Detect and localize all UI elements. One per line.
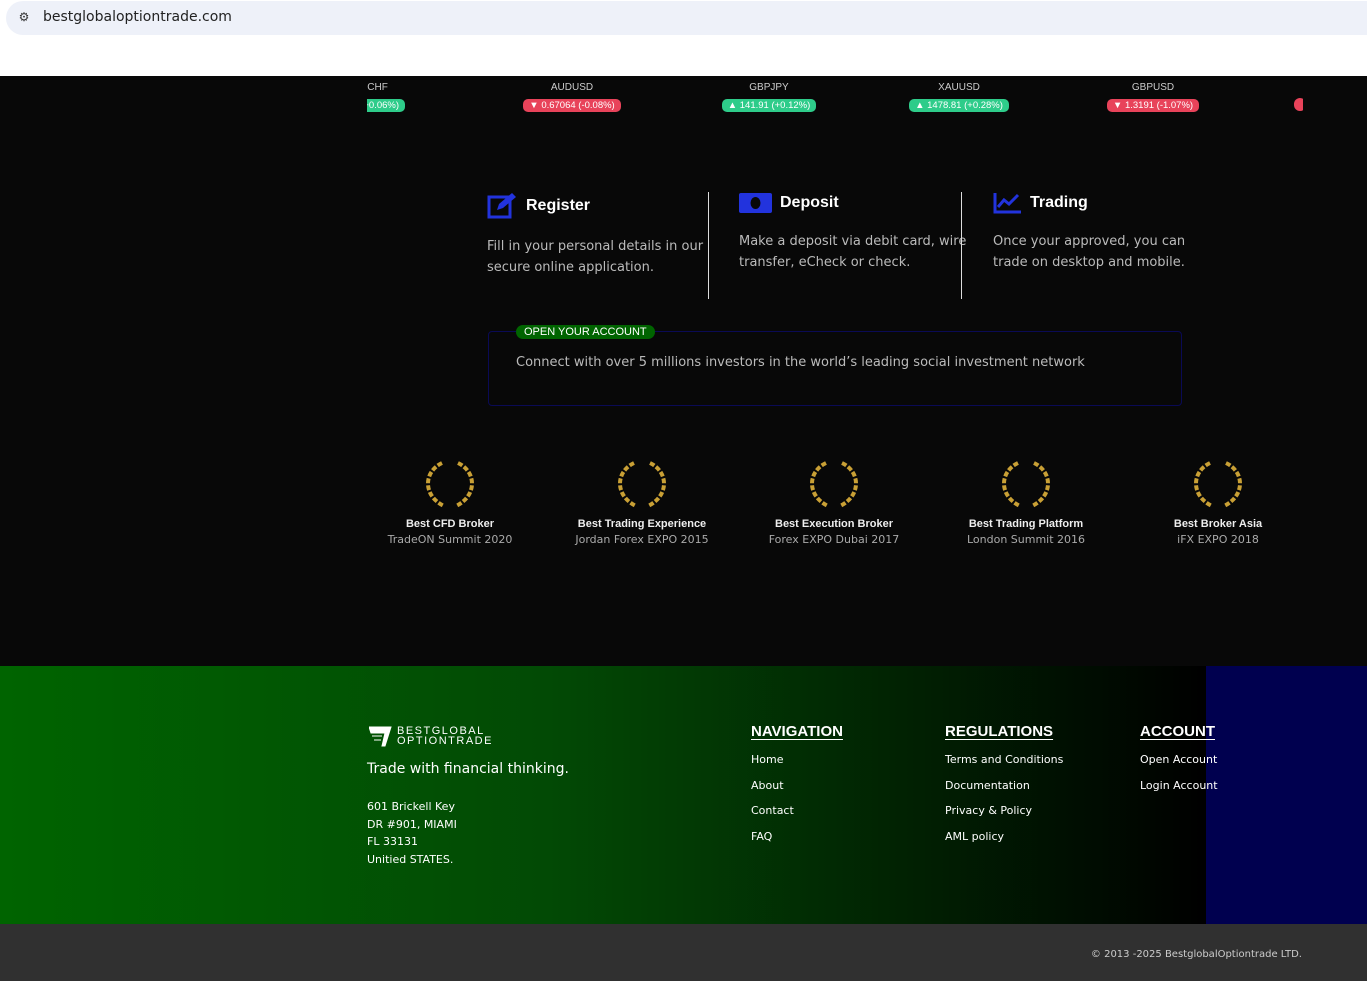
award-event: Forex EXPO Dubai 2017 <box>768 533 900 546</box>
step-text: Make a deposit via debit card, wire tran… <box>739 234 967 270</box>
footer-tagline: Trade with financial thinking. <box>367 761 569 777</box>
step-text: Once your approved, you can trade on des… <box>993 234 1186 270</box>
award-event: London Summit 2016 <box>966 533 1086 546</box>
footer-link-faq[interactable]: FAQ <box>751 830 843 856</box>
address-line: Unitied STATES. <box>367 853 454 867</box>
footer-link-contact[interactable]: Contact <box>751 804 843 830</box>
step-text: Fill in your personal details in our sec… <box>487 239 704 275</box>
laurel-icon <box>810 461 858 508</box>
award: Best CFD Broker TradeON Summit 2020 <box>350 460 550 546</box>
address-line: DR #901, MIAMI <box>367 817 457 831</box>
ticker-item[interactable]: GBPUSD ▼ 1.3191 (-1.07%) <box>1083 82 1223 112</box>
copyright-bar: © 2013 -2025 BestglobalOptiontrade LTD. <box>0 924 1367 981</box>
award-event: TradeON Summit 2020 <box>387 533 513 546</box>
footer-logo[interactable]: BESTGLOBAL OPTIONTRADE <box>369 725 493 747</box>
step-deposit: Deposit Make a deposit via debit card, w… <box>739 192 969 273</box>
footer-regulations: REGULATIONS Terms and Conditions Documen… <box>945 723 1063 855</box>
step-title: Deposit <box>780 194 839 211</box>
award-title: Best CFD Broker <box>405 518 495 530</box>
award: Best Trading Platform London Summit 2016 <box>926 460 1126 546</box>
address-line: 601 Brickell Key <box>367 800 455 813</box>
footer-link-aml[interactable]: AML policy <box>945 830 1063 856</box>
step-title: Register <box>526 196 591 214</box>
award: Best Trading Experience Jordan Forex EXPO… <box>542 460 742 546</box>
edit-icon <box>487 193 516 219</box>
ticker-item[interactable]: AUDUSD ▼ 0.67064 (-0.08%) <box>502 82 642 112</box>
laurel-icon <box>1194 461 1242 508</box>
footer-navigation: NAVIGATION Home About Contact FAQ <box>751 723 843 855</box>
ticker-item[interactable]: USDCHF ▲ 76 (+0.06%) <box>367 82 437 112</box>
divider <box>961 192 962 299</box>
footer-link-terms[interactable]: Terms and Conditions <box>945 753 1063 779</box>
chart-line-icon <box>993 193 1021 214</box>
footer-address: 601 Brickell Key DR #901, MIAMI FL 33131… <box>367 798 457 869</box>
wing-logo-icon <box>369 726 392 747</box>
step-register: Register Fill in your personal details i… <box>487 192 717 278</box>
site-settings-icon[interactable]: ⚙ <box>16 10 32 26</box>
browser-bar: ⚙ bestglobaloptiontrade.com <box>0 0 1367 76</box>
ticker-quote: ▼ 0.67064 (-0.08%) <box>523 99 621 112</box>
award-title: Best Trading Platform <box>968 518 1084 530</box>
ticker-quote: ▲ 141.91 (+0.12%) <box>721 99 817 112</box>
open-account-text: Connect with over 5 millions investors i… <box>516 355 1085 370</box>
ticker-quote: ▼ 1.3191 (-1.07%) <box>1106 99 1200 112</box>
award-event: iFX EXPO 2018 <box>1177 533 1259 546</box>
copyright-text: © 2013 -2025 BestglobalOptiontrade LTD. <box>1090 949 1302 960</box>
footer-heading: NAVIGATION <box>751 723 843 740</box>
footer-link-open-account[interactable]: Open Account <box>1140 753 1218 779</box>
logo-text: BESTGLOBAL OPTIONTRADE <box>397 725 493 747</box>
ticker-quote: ▲ 1478.81 (+0.28%) <box>909 99 1009 112</box>
footer-navy-panel <box>1206 666 1367 924</box>
ticker-symbol: USDCHF <box>367 82 388 93</box>
award-title: Best Broker Asia <box>1173 518 1263 530</box>
address-line: FL 33131 <box>367 835 418 849</box>
open-account-badge[interactable]: OPEN YOUR ACCOUNT <box>516 325 655 339</box>
footer: BESTGLOBAL OPTIONTRADE Trade with financ… <box>0 666 1367 924</box>
footer-link-documentation[interactable]: Documentation <box>945 779 1063 805</box>
footer-link-login-account[interactable]: Login Account <box>1140 779 1218 805</box>
ticker-tape: USDCHF ▲ 76 (+0.06%) AUDUSD ▼ 0.67064 (-0.… <box>367 76 1303 116</box>
footer-account: ACCOUNT Open Account Login Account <box>1140 723 1218 804</box>
divider <box>708 192 709 299</box>
ticker-item[interactable]: GBPJPY ▲ 141.91 (+0.12%) <box>699 82 839 112</box>
award: Best Broker Asia iFX EXPO 2018 <box>1118 460 1318 546</box>
footer-link-home[interactable]: Home <box>751 753 843 779</box>
laurel-icon <box>426 461 474 508</box>
award-title: Best Trading Experience <box>577 518 707 530</box>
ticker-item[interactable]: XAUUSD ▲ 1478.81 (+0.28%) <box>889 82 1029 112</box>
footer-heading: ACCOUNT <box>1140 723 1215 740</box>
url-text[interactable]: bestglobaloptiontrade.com <box>43 9 232 25</box>
ticker-item-partial <box>1294 98 1303 111</box>
ticker-symbol: GBPUSD <box>1131 82 1175 93</box>
award: Best Execution Broker Forex EXPO Dubai 20… <box>734 460 934 546</box>
ticker-symbol: GBPJPY <box>749 82 789 93</box>
award-title: Best Execution Broker <box>775 518 893 530</box>
award-event: Jordan Forex EXPO 2015 <box>575 533 709 546</box>
footer-link-privacy[interactable]: Privacy & Policy <box>945 804 1063 830</box>
step-title: Trading <box>1030 194 1088 211</box>
ticker-symbol: XAUUSD <box>938 82 980 93</box>
step-trading: Trading Once your approved, you can trad… <box>993 192 1223 273</box>
ticker-quote: ▲ 76 (+0.06%) <box>367 99 406 112</box>
laurel-icon <box>1002 461 1050 508</box>
money-icon <box>739 193 772 213</box>
footer-link-about[interactable]: About <box>751 779 843 805</box>
ticker-symbol: AUDUSD <box>550 82 594 93</box>
laurel-icon <box>618 461 666 508</box>
footer-heading: REGULATIONS <box>945 723 1054 740</box>
address-bar[interactable]: ⚙ bestglobaloptiontrade.com <box>6 1 1367 35</box>
